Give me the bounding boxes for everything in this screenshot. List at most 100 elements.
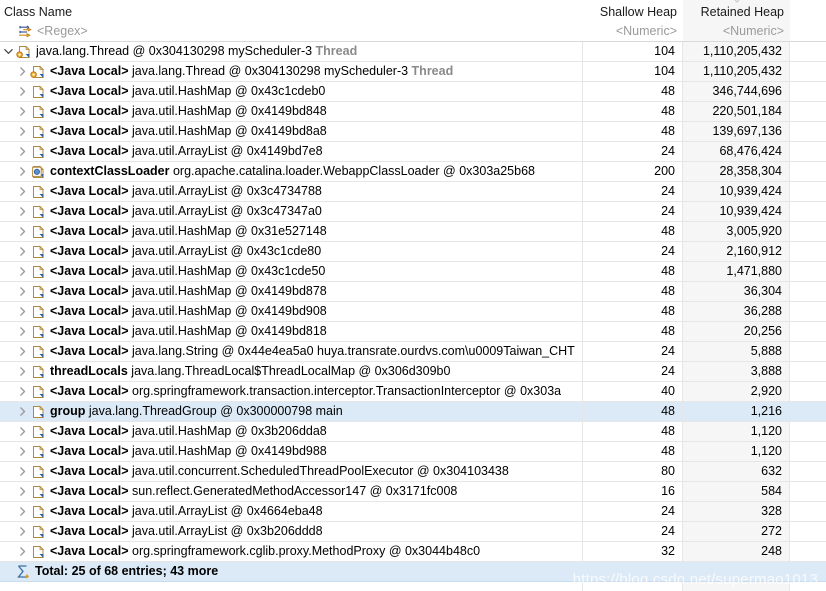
- cell-class-name[interactable]: <Java Local> java.util.HashMap @ 0x3b206…: [0, 422, 583, 441]
- tree-expand-toggle[interactable]: [14, 482, 30, 501]
- table-row[interactable]: <Java Local> java.util.HashMap @ 0x4149b…: [0, 122, 826, 142]
- cell-class-name[interactable]: <Java Local> java.util.HashMap @ 0x4149b…: [0, 122, 583, 141]
- table-row[interactable]: <Java Local> java.util.HashMap @ 0x3b206…: [0, 422, 826, 442]
- cell-class-name[interactable]: <Java Local> java.util.ArrayList @ 0x3b2…: [0, 522, 583, 541]
- tree-expand-toggle[interactable]: [14, 542, 30, 561]
- chevron-right-icon[interactable]: [18, 367, 27, 376]
- cell-class-name[interactable]: <Java Local> java.util.HashMap @ 0x4149b…: [0, 282, 583, 301]
- cell-class-name[interactable]: threadLocals java.lang.ThreadLocal$Threa…: [0, 362, 583, 381]
- chevron-right-icon[interactable]: [18, 87, 27, 96]
- column-header-shallow-heap[interactable]: Shallow Heap: [583, 0, 683, 22]
- chevron-right-icon[interactable]: [18, 247, 27, 256]
- tree-expand-toggle[interactable]: [14, 302, 30, 321]
- cell-class-name[interactable]: <Java Local> java.util.concurrent.Schedu…: [0, 462, 583, 481]
- tree-expand-toggle[interactable]: [14, 522, 30, 541]
- chevron-right-icon[interactable]: [18, 127, 27, 136]
- cell-class-name[interactable]: java.lang.Thread @ 0x304130298 mySchedul…: [0, 42, 583, 61]
- cell-class-name[interactable]: <Java Local> java.util.HashMap @ 0x43c1c…: [0, 82, 583, 101]
- tree-expand-toggle[interactable]: [14, 202, 30, 221]
- table-row[interactable]: <Java Local> java.util.ArrayList @ 0x3b2…: [0, 522, 826, 542]
- cell-class-name[interactable]: <Java Local> java.lang.Thread @ 0x304130…: [0, 62, 583, 81]
- table-row[interactable]: <Java Local> java.util.HashMap @ 0x31e52…: [0, 222, 826, 242]
- chevron-right-icon[interactable]: [18, 307, 27, 316]
- table-row[interactable]: <Java Local> java.util.ArrayList @ 0x414…: [0, 142, 826, 162]
- chevron-right-icon[interactable]: [18, 487, 27, 496]
- cell-class-name[interactable]: <Java Local> java.util.ArrayList @ 0x43c…: [0, 242, 583, 261]
- tree-expand-toggle[interactable]: [14, 382, 30, 401]
- table-row[interactable]: <Java Local> java.util.HashMap @ 0x43c1c…: [0, 82, 826, 102]
- tree-expand-toggle[interactable]: [14, 422, 30, 441]
- cell-class-name[interactable]: <Java Local> java.util.HashMap @ 0x4149b…: [0, 302, 583, 321]
- tree-expand-toggle[interactable]: [14, 242, 30, 261]
- chevron-right-icon[interactable]: [18, 507, 27, 516]
- tree-expand-toggle[interactable]: [14, 442, 30, 461]
- filter-retained-heap-cell[interactable]: <Numeric>: [683, 22, 790, 41]
- chevron-right-icon[interactable]: [18, 267, 27, 276]
- filter-shallow-heap-cell[interactable]: <Numeric>: [583, 22, 683, 41]
- tree-expand-toggle[interactable]: [14, 102, 30, 121]
- tree-expand-toggle[interactable]: [14, 402, 30, 421]
- cell-class-name[interactable]: <Java Local> java.util.ArrayList @ 0x466…: [0, 502, 583, 521]
- table-row[interactable]: <Java Local> org.springframework.cglib.p…: [0, 542, 826, 562]
- cell-class-name[interactable]: <Java Local> java.lang.String @ 0x44e4ea…: [0, 342, 583, 361]
- cell-class-name[interactable]: contextClassLoader org.apache.catalina.l…: [0, 162, 583, 181]
- table-row[interactable]: <Java Local> java.util.HashMap @ 0x4149b…: [0, 442, 826, 462]
- tree-expand-toggle[interactable]: [14, 62, 30, 81]
- tree-expand-toggle[interactable]: [14, 122, 30, 141]
- table-row[interactable]: <Java Local> org.springframework.transac…: [0, 382, 826, 402]
- cell-class-name[interactable]: <Java Local> sun.reflect.GeneratedMethod…: [0, 482, 583, 501]
- cell-class-name[interactable]: <Java Local> java.util.ArrayList @ 0x3c4…: [0, 202, 583, 221]
- chevron-right-icon[interactable]: [18, 167, 27, 176]
- tree-expand-toggle[interactable]: [14, 222, 30, 241]
- column-header-class-name[interactable]: Class Name: [0, 0, 583, 22]
- tree-expand-toggle[interactable]: [14, 342, 30, 361]
- cell-class-name[interactable]: <Java Local> java.util.HashMap @ 0x4149b…: [0, 102, 583, 121]
- table-row[interactable]: threadLocals java.lang.ThreadLocal$Threa…: [0, 362, 826, 382]
- chevron-right-icon[interactable]: [18, 447, 27, 456]
- tree-expand-toggle[interactable]: [14, 182, 30, 201]
- cell-class-name[interactable]: <Java Local> org.springframework.cglib.p…: [0, 542, 583, 561]
- table-row[interactable]: <Java Local> java.util.concurrent.Schedu…: [0, 462, 826, 482]
- tree-expand-toggle[interactable]: [14, 322, 30, 341]
- cell-class-name[interactable]: <Java Local> java.util.HashMap @ 0x43c1c…: [0, 262, 583, 281]
- chevron-right-icon[interactable]: [18, 227, 27, 236]
- table-row[interactable]: <Java Local> java.util.HashMap @ 0x43c1c…: [0, 262, 826, 282]
- cell-class-name[interactable]: <Java Local> java.util.HashMap @ 0x31e52…: [0, 222, 583, 241]
- tree-expand-toggle[interactable]: [14, 262, 30, 281]
- tree-expand-toggle[interactable]: [0, 42, 16, 61]
- table-row[interactable]: <Java Local> java.util.ArrayList @ 0x466…: [0, 502, 826, 522]
- chevron-right-icon[interactable]: [18, 107, 27, 116]
- chevron-down-icon[interactable]: [3, 47, 13, 56]
- cell-class-name[interactable]: <Java Local> java.util.ArrayList @ 0x414…: [0, 142, 583, 161]
- chevron-right-icon[interactable]: [18, 387, 27, 396]
- column-header-retained-heap[interactable]: Retained Heap: [683, 0, 790, 22]
- filter-class-name-cell[interactable]: <Regex>: [0, 22, 583, 41]
- chevron-right-icon[interactable]: [18, 467, 27, 476]
- chevron-right-icon[interactable]: [18, 427, 27, 436]
- table-row[interactable]: java.lang.Thread @ 0x304130298 mySchedul…: [0, 42, 826, 62]
- table-row[interactable]: <Java Local> java.lang.String @ 0x44e4ea…: [0, 342, 826, 362]
- total-row[interactable]: Total: 25 of 68 entries; 43 more: [0, 562, 826, 582]
- chevron-right-icon[interactable]: [18, 327, 27, 336]
- tree-expand-toggle[interactable]: [14, 502, 30, 521]
- tree-expand-toggle[interactable]: [14, 362, 30, 381]
- table-row[interactable]: <Java Local> java.lang.Thread @ 0x304130…: [0, 62, 826, 82]
- chevron-right-icon[interactable]: [18, 207, 27, 216]
- table-row[interactable]: <Java Local> java.util.HashMap @ 0x4149b…: [0, 102, 826, 122]
- cell-class-name[interactable]: group java.lang.ThreadGroup @ 0x30000079…: [0, 402, 583, 421]
- table-row[interactable]: <Java Local> java.util.ArrayList @ 0x43c…: [0, 242, 826, 262]
- chevron-right-icon[interactable]: [18, 407, 27, 416]
- table-row[interactable]: <Java Local> java.util.ArrayList @ 0x3c4…: [0, 182, 826, 202]
- chevron-right-icon[interactable]: [18, 287, 27, 296]
- table-row[interactable]: <Java Local> java.util.ArrayList @ 0x3c4…: [0, 202, 826, 222]
- chevron-right-icon[interactable]: [18, 347, 27, 356]
- tree-expand-toggle[interactable]: [14, 162, 30, 181]
- tree-expand-toggle[interactable]: [14, 282, 30, 301]
- table-row[interactable]: contextClassLoader org.apache.catalina.l…: [0, 162, 826, 182]
- table-row[interactable]: <Java Local> java.util.HashMap @ 0x4149b…: [0, 282, 826, 302]
- chevron-right-icon[interactable]: [18, 547, 27, 556]
- cell-class-name[interactable]: <Java Local> java.util.HashMap @ 0x4149b…: [0, 322, 583, 341]
- table-row[interactable]: <Java Local> java.util.HashMap @ 0x4149b…: [0, 302, 826, 322]
- chevron-right-icon[interactable]: [18, 187, 27, 196]
- tree-expand-toggle[interactable]: [14, 142, 30, 161]
